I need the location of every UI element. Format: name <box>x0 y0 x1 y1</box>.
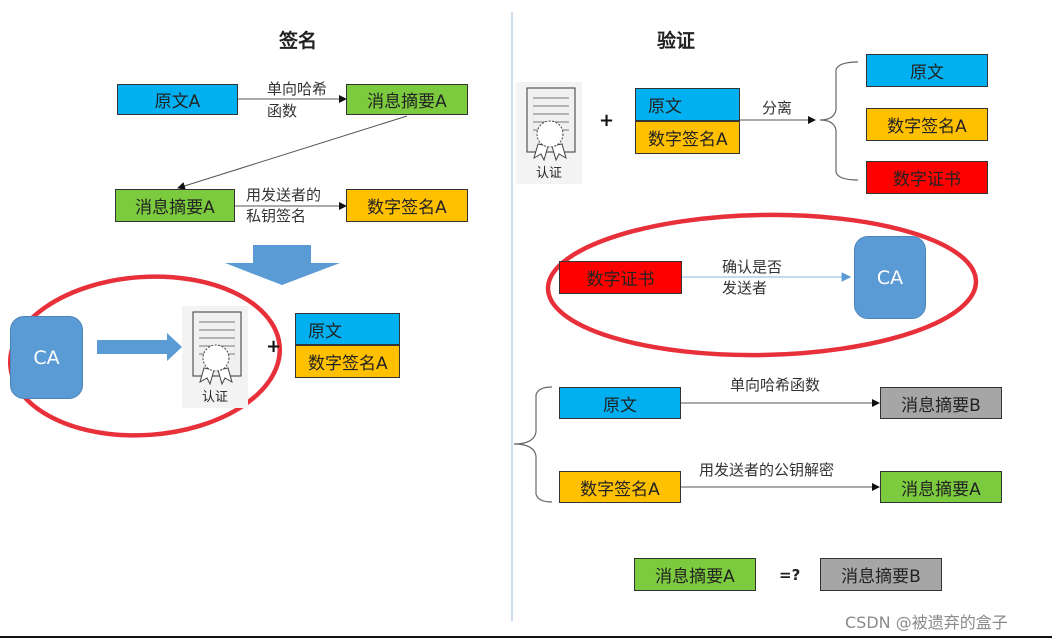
ca-to-cert-arrow <box>97 333 182 361</box>
split-item-certificate: 数字证书 <box>866 161 988 194</box>
confirm-label-line1: 确认是否 <box>722 258 783 276</box>
split-item-original: 原文 <box>866 54 988 87</box>
sign-label-line1: 用发送者的 <box>246 186 322 204</box>
compare-operator: =? <box>779 566 801 584</box>
compare-left-box: 消息摘要A <box>634 558 756 591</box>
split-brace <box>819 61 859 181</box>
sign-label-line2: 私钥签名 <box>246 207 307 225</box>
sign-digest-left-box: 消息摘要A <box>115 189 235 222</box>
row1-label: 单向哈希函数 <box>730 376 821 394</box>
sign-certificate: 认证 <box>182 306 248 408</box>
sign-signature-box: 数字签名A <box>346 189 468 222</box>
row2-label: 用发送者的公钥解密 <box>699 461 835 479</box>
row1-result-box: 消息摘要B <box>880 387 1002 419</box>
verify-certificate: 认证 <box>516 82 582 184</box>
split-label: 分离 <box>762 99 793 117</box>
verify-plus: + <box>599 110 615 131</box>
row1-source-box: 原文 <box>559 387 681 419</box>
sign-bundle-original: 原文 <box>295 313 400 345</box>
hash-label-line2: 函数 <box>267 102 298 120</box>
verify-ca-box: CA <box>854 236 926 319</box>
verify-bundle-signature: 数字签名A <box>635 121 740 154</box>
verify-brace <box>513 386 553 503</box>
sign-title: 签名 <box>279 30 318 52</box>
sign-cert-caption: 认证 <box>202 390 229 405</box>
split-item-signature: 数字签名A <box>866 108 988 141</box>
sign-ca-box: CA <box>10 316 83 399</box>
sign-digest-top-box: 消息摘要A <box>346 84 468 115</box>
row2-source-box: 数字签名A <box>559 471 681 503</box>
hash-label-line1: 单向哈希 <box>267 80 328 98</box>
arrow-diagonal <box>177 115 408 190</box>
sign-original-box: 原文A <box>117 84 238 115</box>
watermark: CSDN @被遗弃的盒子 <box>845 613 1008 632</box>
row2-result-box: 消息摘要A <box>880 471 1002 503</box>
compare-right-box: 消息摘要B <box>820 558 942 591</box>
big-down-arrow <box>225 245 340 285</box>
sign-plus: + <box>266 336 282 357</box>
verify-title: 验证 <box>657 30 696 52</box>
verify-bundle-original: 原文 <box>635 88 740 121</box>
sign-bundle-signature: 数字签名A <box>295 345 400 378</box>
verify-cert-caption: 认证 <box>536 166 563 181</box>
confirm-label-line2: 发送者 <box>722 279 768 297</box>
verify-cert-box: 数字证书 <box>559 261 682 294</box>
